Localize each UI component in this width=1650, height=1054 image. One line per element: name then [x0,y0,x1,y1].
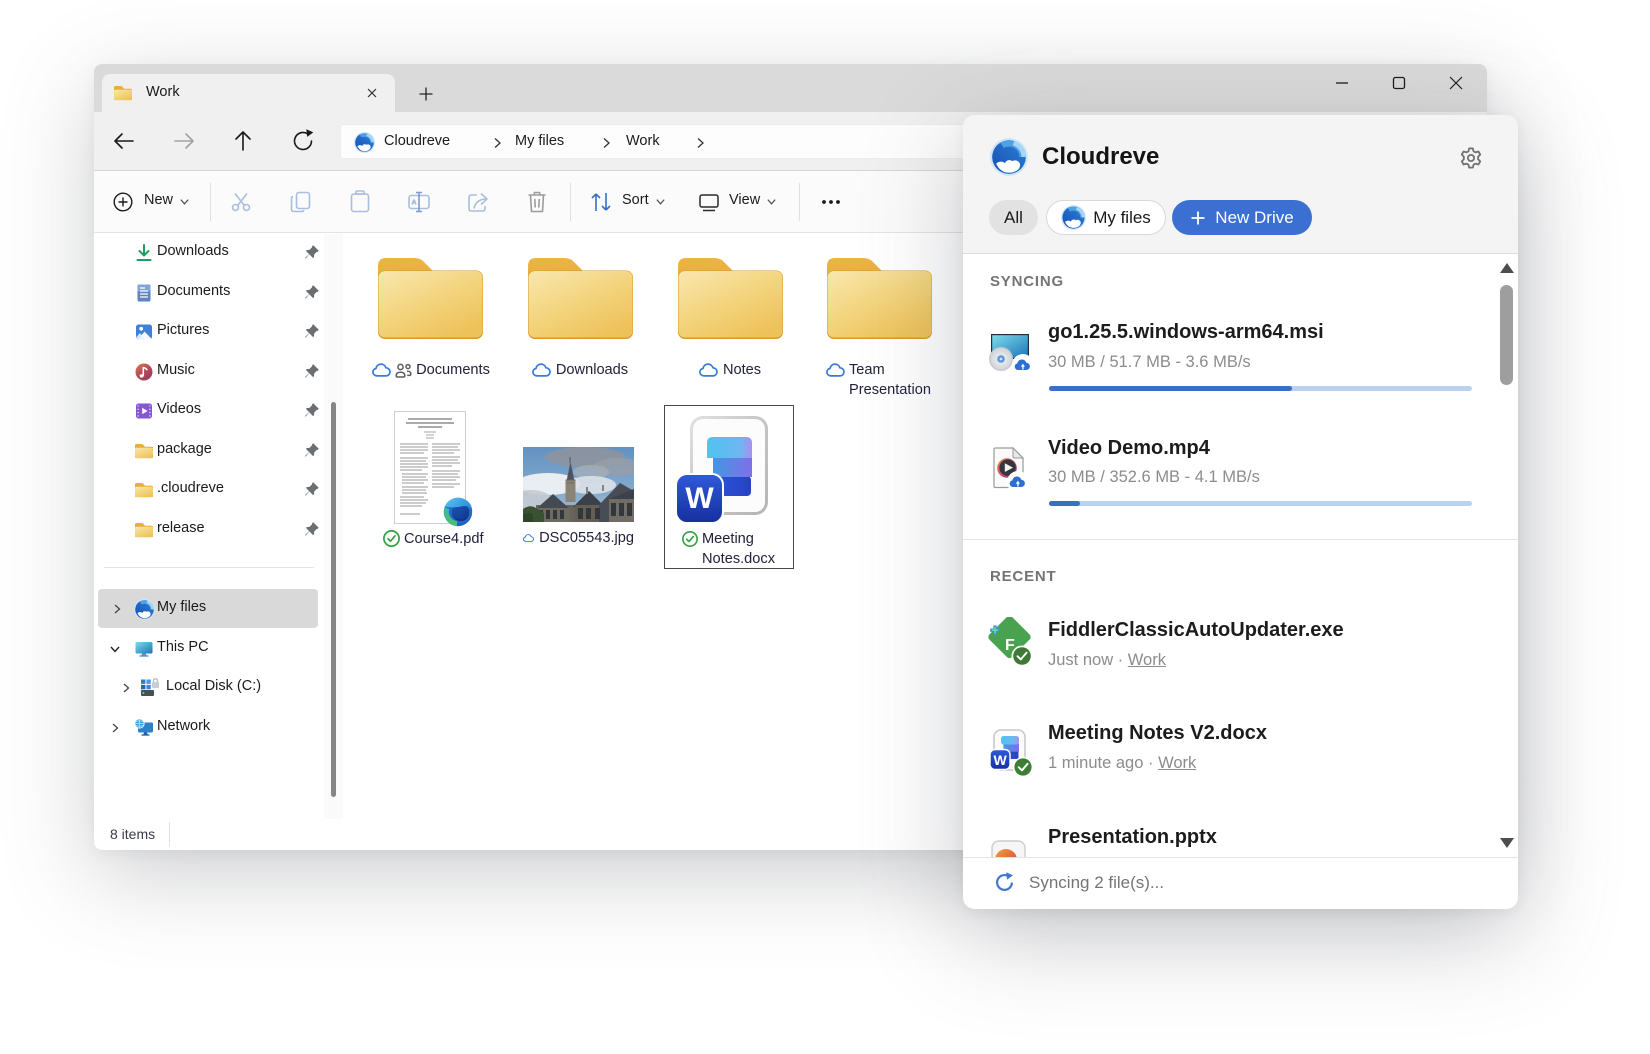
svg-text:W: W [994,752,1008,768]
